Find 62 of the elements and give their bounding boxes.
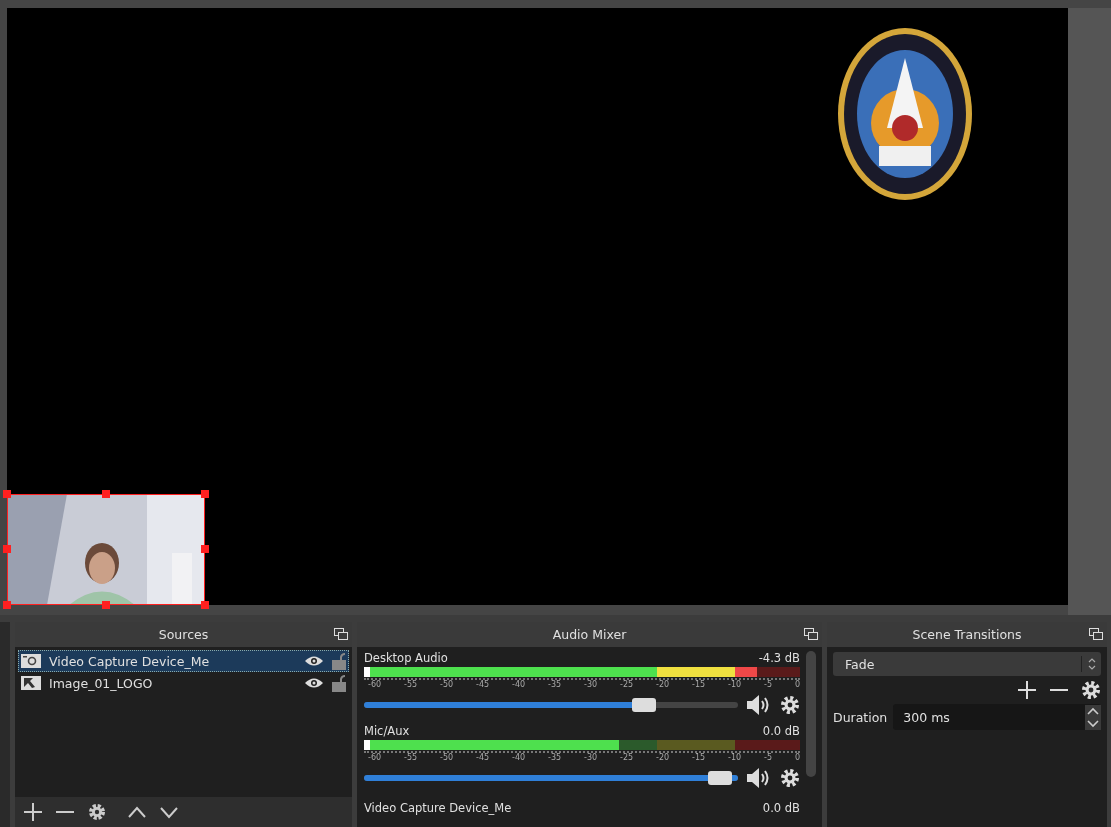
scale-label: 0 <box>794 680 800 689</box>
add-icon[interactable] <box>1017 680 1037 700</box>
scale-label: -10 <box>728 753 742 762</box>
camera-icon <box>21 654 41 668</box>
undock-icon[interactable] <box>804 628 818 640</box>
eye-icon[interactable] <box>304 677 324 689</box>
settings-icon[interactable] <box>1081 680 1101 700</box>
scale-label: -30 <box>584 680 598 689</box>
duration-field[interactable]: 300 ms <box>893 704 1101 730</box>
scale-label: -10 <box>728 680 742 689</box>
channel-reading: -4.3 dB <box>758 651 800 665</box>
scale-label: -55 <box>404 753 418 762</box>
undock-icon[interactable] <box>1089 628 1103 640</box>
source-item[interactable]: Video Capture Device_Me <box>18 650 349 672</box>
scale-label: -15 <box>692 680 706 689</box>
scale-label: -35 <box>548 680 562 689</box>
scale-label: -20 <box>656 753 670 762</box>
image-icon <box>21 676 41 690</box>
scale-label: -25 <box>620 753 634 762</box>
unlocked-icon[interactable] <box>332 652 346 670</box>
dock-title: Audio Mixer <box>552 627 627 642</box>
scale-label: -15 <box>692 753 706 762</box>
channel-reading: 0.0 dB <box>762 801 800 815</box>
scale-label: -30 <box>584 753 598 762</box>
source-item[interactable]: Image_01_LOGO <box>18 672 349 694</box>
up-down-icon <box>1081 656 1097 672</box>
settings-icon[interactable] <box>780 695 800 715</box>
scrollbar[interactable] <box>806 651 816 777</box>
decrement-icon[interactable] <box>1085 717 1101 730</box>
scale-label: -60 <box>368 753 382 762</box>
scale-label: -35 <box>548 753 562 762</box>
volume-slider[interactable] <box>364 698 738 712</box>
undock-icon[interactable] <box>334 628 348 640</box>
eye-icon[interactable] <box>304 655 324 667</box>
scale-label: -40 <box>512 680 526 689</box>
dock-title: Scene Transitions <box>912 627 1022 642</box>
channel-reading: 0.0 dB <box>762 724 800 738</box>
channel-name: Video Capture Device_Me <box>364 801 512 815</box>
channel-name: Desktop Audio <box>364 651 448 665</box>
add-icon[interactable] <box>23 802 43 822</box>
scale-label: -50 <box>440 680 454 689</box>
duration-label: Duration <box>833 709 888 725</box>
scale-label: -5 <box>764 753 772 762</box>
scale-label: -45 <box>476 753 490 762</box>
scale-label: -25 <box>620 680 634 689</box>
volume-slider[interactable] <box>364 771 738 785</box>
settings-icon[interactable] <box>780 768 800 788</box>
dock-title: Sources <box>158 627 209 642</box>
scale-label: -20 <box>656 680 670 689</box>
source-name: Image_01_LOGO <box>49 675 154 691</box>
unlocked-icon[interactable] <box>332 674 346 692</box>
source-name: Video Capture Device_Me <box>49 653 211 669</box>
channel-name: Mic/Aux <box>364 724 410 738</box>
settings-icon[interactable] <box>87 802 107 822</box>
transition-dropdown[interactable]: Fade <box>833 652 1101 676</box>
scale-label: -50 <box>440 753 454 762</box>
scale-label: -60 <box>368 680 382 689</box>
scale-label: -40 <box>512 753 526 762</box>
scale-label: -45 <box>476 680 490 689</box>
scale-label: -5 <box>764 680 772 689</box>
scale-label: -55 <box>404 680 418 689</box>
scale-label: 0 <box>794 753 800 762</box>
